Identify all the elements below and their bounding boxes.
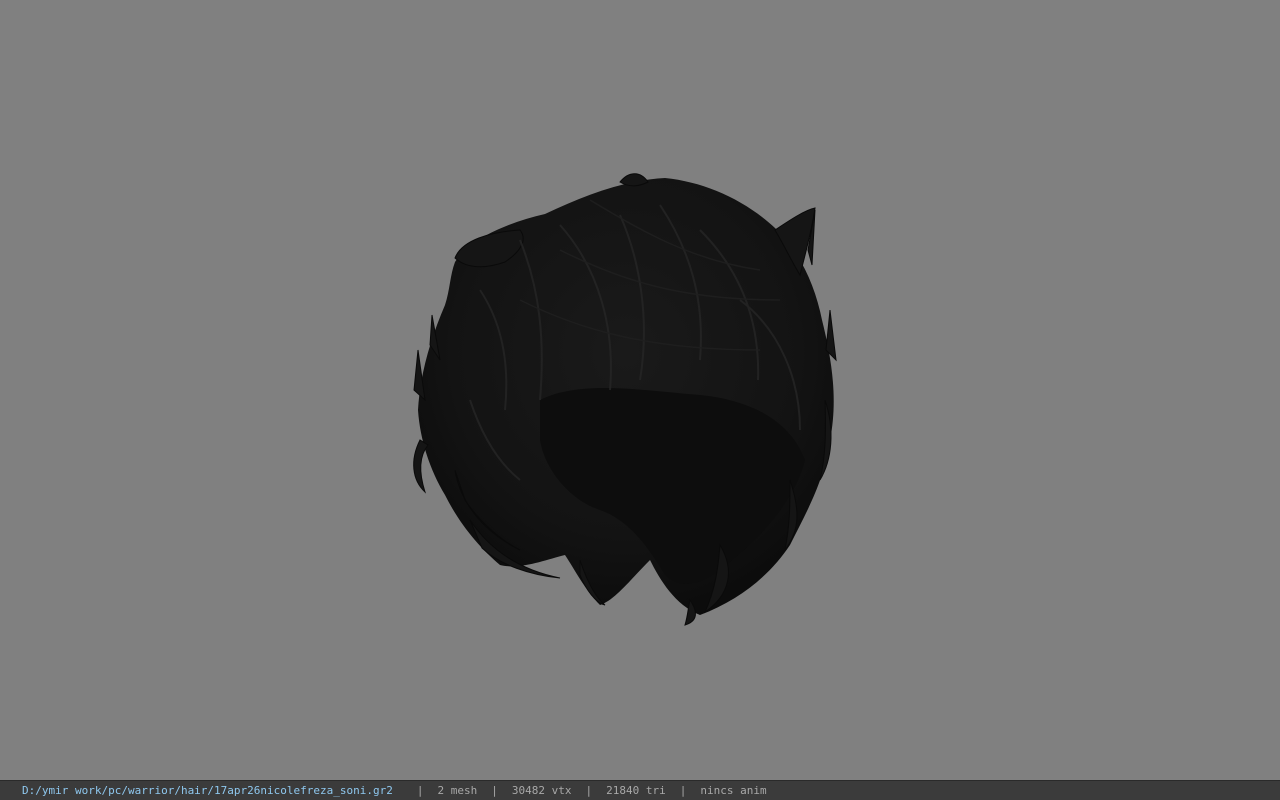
animation-label: nincs anim [700, 784, 767, 797]
vertex-count-label: 30482 vtx [511, 784, 572, 797]
separator: | [679, 784, 687, 797]
file-path-label: D:/ymir work/pc/warrior/hair/17apr26nico… [22, 784, 393, 797]
separator: | [416, 784, 424, 797]
status-bar: D:/ymir work/pc/warrior/hair/17apr26nico… [0, 780, 1280, 800]
hair-model-render [413, 173, 837, 626]
separator: | [585, 784, 593, 797]
triangle-count-label: 21840 tri [606, 784, 666, 797]
separator: | [491, 784, 498, 797]
3d-viewport[interactable] [0, 0, 1280, 780]
mesh-count-label: 2 mesh [437, 784, 478, 797]
